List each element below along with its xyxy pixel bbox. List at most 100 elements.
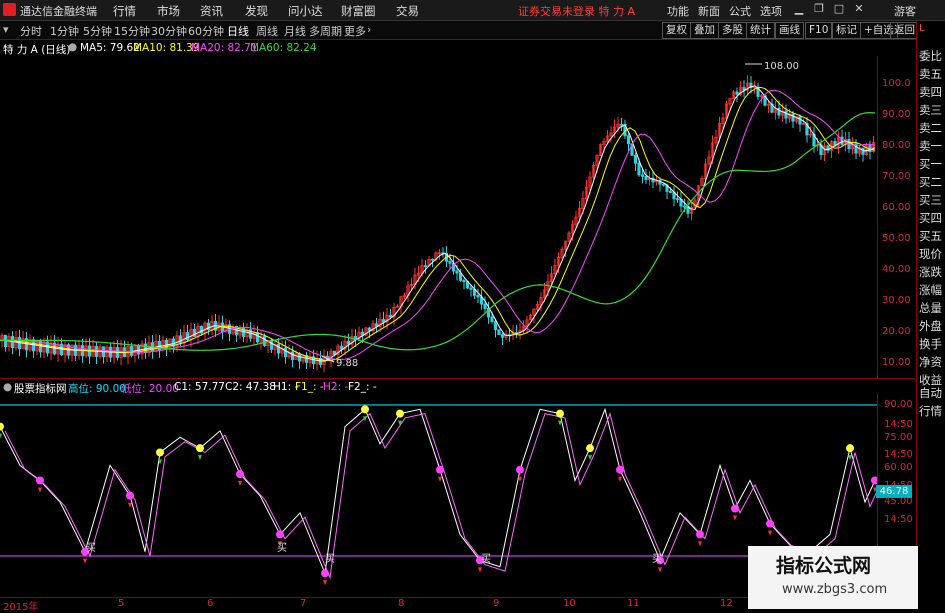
menu-trade[interactable]: 交易 [396, 3, 419, 19]
current-value-badge: 46.78 [876, 485, 912, 498]
panel-item[interactable]: 现价 [919, 246, 942, 262]
panel-item[interactable]: 行情 [919, 403, 942, 419]
candle-body [388, 314, 393, 318]
panel-item[interactable]: 买一 [919, 156, 942, 172]
panel-item[interactable]: 卖五 [919, 66, 942, 82]
candle-body [633, 154, 638, 164]
panel-item[interactable]: 自动 [919, 385, 942, 401]
period-daily[interactable]: 日线 [227, 23, 249, 39]
chevron-right-icon[interactable]: › [367, 23, 371, 36]
price-scale: 100.0 90.00 80.00 70.00 60.00 50.00 40.0… [877, 56, 916, 378]
rights-button[interactable]: 复权 [662, 22, 691, 39]
candle-body [682, 205, 687, 208]
draw-line-button[interactable]: 画线 [775, 22, 804, 39]
multi-stock-button[interactable]: 多股 [718, 22, 747, 39]
candle-body [500, 334, 505, 338]
menu-news[interactable]: 资讯 [200, 3, 223, 19]
panel-item[interactable]: 换手 [919, 336, 942, 352]
panel-item[interactable]: 涨跌 [919, 264, 942, 280]
panel-item[interactable]: 卖四 [919, 84, 942, 100]
signal-arrow [478, 567, 482, 573]
menu-options[interactable]: 选项 [760, 3, 782, 19]
mark-button[interactable]: 标记 [832, 22, 861, 39]
menu-exchange[interactable]: 市场 [157, 3, 180, 19]
stats-button[interactable]: 统计 [746, 22, 775, 39]
candle-body [490, 316, 494, 322]
signal-dot [396, 409, 404, 418]
indicator-tick: 60.00 [884, 462, 913, 473]
signal-dot [126, 491, 134, 500]
candle-body [430, 258, 435, 261]
period-more[interactable]: 更多 [344, 23, 366, 39]
panel-item[interactable]: 买三 [919, 192, 942, 208]
maximize-icon[interactable]: □ [832, 2, 846, 16]
price-tick: 60.00 [882, 202, 911, 213]
f10-button[interactable]: F10 [805, 22, 833, 39]
menu-ask[interactable]: 问小达 [288, 3, 323, 19]
panel-item[interactable]: 总量 [919, 300, 942, 316]
signal-arrow [83, 558, 87, 564]
close-icon[interactable]: ✕ [852, 2, 866, 16]
restore-icon[interactable]: ❐ [812, 2, 826, 16]
candle-body [798, 116, 802, 125]
panel-item[interactable]: 买五 [919, 228, 942, 244]
candle-body [283, 347, 288, 358]
panel-item[interactable]: 买二 [919, 174, 942, 190]
panel-item[interactable]: 委比 [919, 48, 942, 64]
signal-arrow [733, 515, 737, 521]
candlestick-chart[interactable]: 108.00 9.88 [0, 56, 877, 378]
period-5min[interactable]: 5分钟 [83, 23, 112, 39]
panel-item[interactable]: 卖三 [919, 102, 942, 118]
panel-item[interactable]: 外盘 [919, 318, 942, 334]
panel-item[interactable]: 净资 [919, 354, 942, 370]
candle-body [262, 336, 267, 347]
menu-formula[interactable]: 公式 [729, 3, 751, 19]
menu-market[interactable]: 行情 [113, 3, 136, 19]
indicator-tick: 14:50 [884, 449, 913, 460]
panel-item[interactable]: 买四 [919, 210, 942, 226]
x-tick: 12 [720, 598, 733, 609]
signal-dot [731, 504, 739, 513]
menu-wealth[interactable]: 财富圈 [341, 3, 376, 19]
panel-item[interactable]: 卖一 [919, 138, 942, 154]
indicator-chart[interactable]: 买 买 买 买 买 [0, 394, 877, 597]
menu-new-page[interactable]: 新面 [698, 3, 720, 19]
period-60min[interactable]: 60分钟 [188, 23, 224, 39]
settings-dot-icon[interactable]: ● [68, 41, 77, 53]
signal-arrow [0, 433, 2, 439]
indicator-info-line: ● 股票指标网 高位: 90.00 低位: 20.00 C1: 57.77 C2… [0, 380, 880, 395]
candle-body [861, 147, 865, 155]
candle-body [462, 280, 466, 283]
menu-function[interactable]: 功能 [667, 3, 689, 19]
minimize-icon[interactable]: ▁ [792, 2, 806, 16]
price-tick: 10.00 [882, 357, 911, 368]
period-tick[interactable]: 分时 [20, 23, 42, 39]
panel-item[interactable]: 卖二 [919, 120, 942, 136]
signal-arrow [558, 420, 562, 426]
menu-discover[interactable]: 发现 [245, 3, 268, 19]
signal-arrow [618, 476, 622, 482]
period-1min[interactable]: 1分钟 [50, 23, 79, 39]
period-15min[interactable]: 15分钟 [114, 23, 150, 39]
back-button[interactable]: 返回 [890, 22, 919, 39]
period-multi[interactable]: 多周期 [309, 23, 342, 39]
ma10-line [0, 86, 876, 362]
signal-arrow [38, 487, 42, 493]
panel-item[interactable]: 涨幅 [919, 282, 942, 298]
indicator-markers-group [0, 405, 877, 586]
user-label[interactable]: 游客 [894, 3, 916, 19]
period-30min[interactable]: 30分钟 [151, 23, 187, 39]
overlay-button[interactable]: 叠加 [690, 22, 719, 39]
signal-dot [236, 470, 244, 479]
settings-dot-icon[interactable]: ● [3, 381, 12, 393]
signal-dot [696, 530, 704, 539]
chevron-down-icon[interactable]: ▾ [3, 23, 9, 36]
period-weekly[interactable]: 周线 [256, 23, 278, 39]
x-tick: 9 [493, 598, 500, 609]
price-tick: 70.00 [882, 171, 911, 182]
candle-body [493, 321, 498, 331]
signal-dot [156, 448, 164, 457]
indicator-value: F2_: - [348, 381, 377, 393]
indicator-tick: 75.00 [884, 432, 913, 443]
period-monthly[interactable]: 月线 [284, 23, 306, 39]
